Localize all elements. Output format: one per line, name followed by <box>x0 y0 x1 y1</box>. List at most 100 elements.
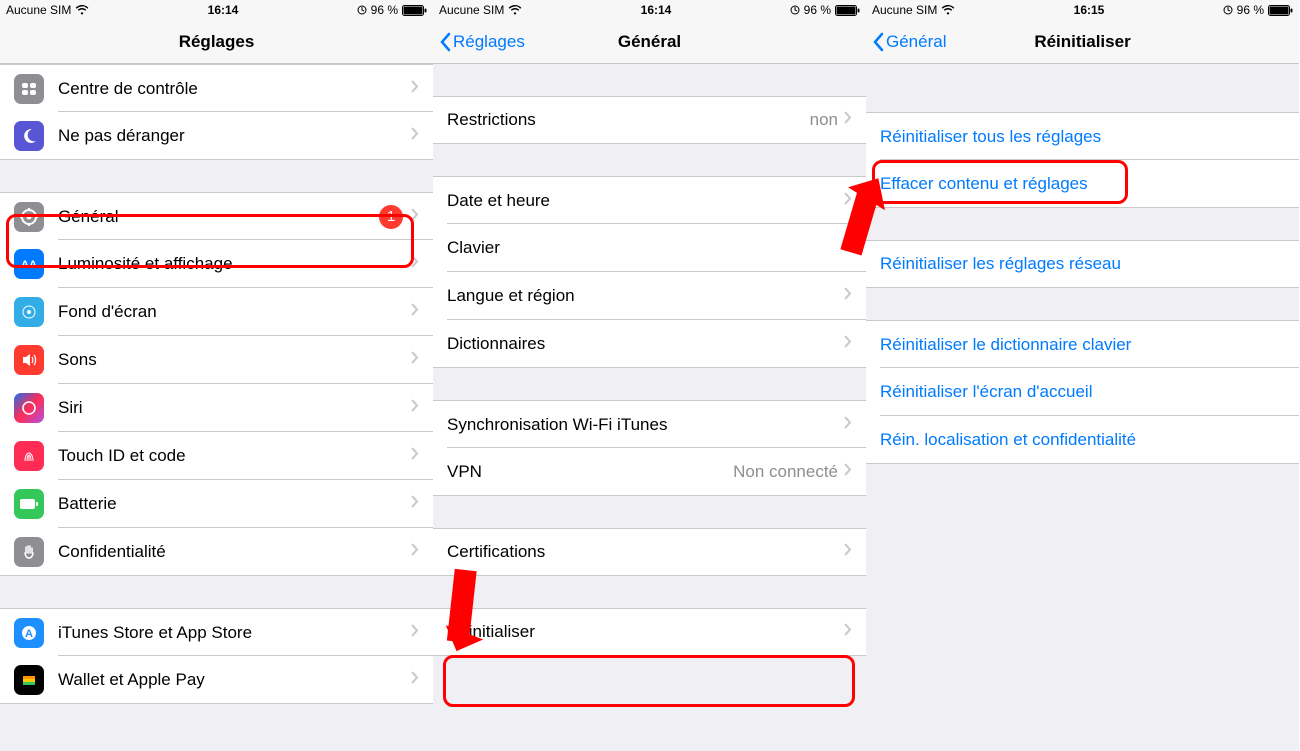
chevron-icon <box>844 416 852 434</box>
battery-settings-icon <box>14 489 44 519</box>
cell-label: Général <box>58 207 379 227</box>
cell-label: Langue et région <box>447 286 844 306</box>
cell-dictionaries[interactable]: Dictionnaires <box>433 320 866 368</box>
battery-text: 96 % <box>371 3 398 17</box>
cell-label: Fond d'écran <box>58 302 411 322</box>
moon-icon <box>14 121 44 151</box>
cell-keyboard[interactable]: Clavier <box>433 224 866 272</box>
cell-label: iTunes Store et App Store <box>58 623 411 643</box>
nav-title: Réglages <box>0 32 433 52</box>
cell-privacy[interactable]: Confidentialité <box>0 528 433 576</box>
cell-label: Dictionnaires <box>447 334 844 354</box>
cell-reset[interactable]: Réinitialiser <box>433 608 866 656</box>
alarm-icon <box>1223 5 1233 15</box>
cell-siri[interactable]: Siri <box>0 384 433 432</box>
clock-text: 16:15 <box>1074 3 1105 17</box>
alarm-icon <box>790 5 800 15</box>
cell-wallet[interactable]: Wallet et Apple Pay <box>0 656 433 704</box>
cell-detail: Non connecté <box>733 462 838 482</box>
cell-label: Synchronisation Wi-Fi iTunes <box>447 415 844 435</box>
clock-text: 16:14 <box>641 3 672 17</box>
battery-icon <box>835 5 860 16</box>
chevron-icon <box>844 239 852 257</box>
cell-erase-all-content[interactable]: Effacer contenu et réglages <box>866 160 1299 208</box>
cell-reset-all-settings[interactable]: Réinitialiser tous les réglages <box>866 112 1299 160</box>
cell-label: Réinitialiser le dictionnaire clavier <box>880 335 1299 355</box>
cell-detail: non <box>810 110 838 130</box>
cell-restrictions[interactable]: Restrictions non <box>433 96 866 144</box>
cell-display[interactable]: AA Luminosité et affichage <box>0 240 433 288</box>
cell-sounds[interactable]: Sons <box>0 336 433 384</box>
cell-reset-home-screen[interactable]: Réinitialiser l'écran d'accueil <box>866 368 1299 416</box>
cell-itunes-wifi-sync[interactable]: Synchronisation Wi-Fi iTunes <box>433 400 866 448</box>
cell-label: Wallet et Apple Pay <box>58 670 411 690</box>
chevron-icon <box>411 447 419 465</box>
cell-certifications[interactable]: Certifications <box>433 528 866 576</box>
cell-battery[interactable]: Batterie <box>0 480 433 528</box>
chevron-icon <box>844 192 852 210</box>
chevron-icon <box>411 624 419 642</box>
chevron-left-icon <box>872 32 884 52</box>
cell-label: Réin. localisation et confidentialité <box>880 430 1299 450</box>
cell-label: Date et heure <box>447 191 844 211</box>
cell-vpn[interactable]: VPN Non connecté <box>433 448 866 496</box>
sounds-icon <box>14 345 44 375</box>
screen-reset: Aucune SIM 16:15 96 % Général Réinitiali… <box>866 0 1299 751</box>
wallpaper-icon <box>14 297 44 327</box>
back-label: Général <box>886 32 946 52</box>
chevron-icon <box>411 303 419 321</box>
cell-label: Confidentialité <box>58 542 411 562</box>
chevron-icon <box>411 671 419 689</box>
privacy-icon <box>14 537 44 567</box>
cell-reset-location-privacy[interactable]: Réin. localisation et confidentialité <box>866 416 1299 464</box>
back-label: Réglages <box>453 32 525 52</box>
cell-itunes-appstore[interactable]: A iTunes Store et App Store <box>0 608 433 656</box>
siri-icon <box>14 393 44 423</box>
nav-bar: Réglages Général <box>433 20 866 64</box>
cell-label: Sons <box>58 350 411 370</box>
chevron-icon <box>411 255 419 273</box>
chevron-icon <box>844 543 852 561</box>
display-icon: AA <box>14 249 44 279</box>
cell-control-center[interactable]: Centre de contrôle <box>0 64 433 112</box>
cell-label: Effacer contenu et réglages <box>880 174 1299 194</box>
alarm-icon <box>357 5 367 15</box>
cell-reset-keyboard-dict[interactable]: Réinitialiser le dictionnaire clavier <box>866 320 1299 368</box>
battery-text: 96 % <box>1237 3 1264 17</box>
cell-label: Luminosité et affichage <box>58 254 411 274</box>
wifi-icon <box>941 5 955 15</box>
chevron-icon <box>411 399 419 417</box>
chevron-icon <box>844 623 852 641</box>
chevron-icon <box>844 463 852 481</box>
notification-badge: 1 <box>379 205 403 229</box>
cell-reset-network[interactable]: Réinitialiser les réglages réseau <box>866 240 1299 288</box>
cell-touchid[interactable]: Touch ID et code <box>0 432 433 480</box>
cell-general[interactable]: Général 1 <box>0 192 433 240</box>
wifi-icon <box>75 5 89 15</box>
battery-icon <box>1268 5 1293 16</box>
cell-label: Réinitialiser les réglages réseau <box>880 254 1299 274</box>
cell-language-region[interactable]: Langue et région <box>433 272 866 320</box>
chevron-icon <box>844 287 852 305</box>
screen-settings: Aucune SIM 16:14 96 % Réglages Centre de <box>0 0 433 751</box>
chevron-left-icon <box>439 32 451 52</box>
cell-label: Batterie <box>58 494 411 514</box>
chevron-icon <box>411 80 419 98</box>
cell-date-time[interactable]: Date et heure <box>433 176 866 224</box>
appstore-icon: A <box>14 618 44 648</box>
clock-text: 16:14 <box>208 3 239 17</box>
gear-icon <box>14 202 44 232</box>
chevron-icon <box>411 543 419 561</box>
nav-bar: Réglages <box>0 20 433 64</box>
cell-do-not-disturb[interactable]: Ne pas déranger <box>0 112 433 160</box>
chevron-icon <box>411 127 419 145</box>
fingerprint-icon <box>14 441 44 471</box>
back-button[interactable]: Réglages <box>433 32 525 52</box>
chevron-icon <box>844 111 852 129</box>
cell-label: Centre de contrôle <box>58 79 411 99</box>
chevron-icon <box>844 335 852 353</box>
back-button[interactable]: Général <box>866 32 946 52</box>
chevron-icon <box>411 495 419 513</box>
cell-label: Siri <box>58 398 411 418</box>
cell-wallpaper[interactable]: Fond d'écran <box>0 288 433 336</box>
